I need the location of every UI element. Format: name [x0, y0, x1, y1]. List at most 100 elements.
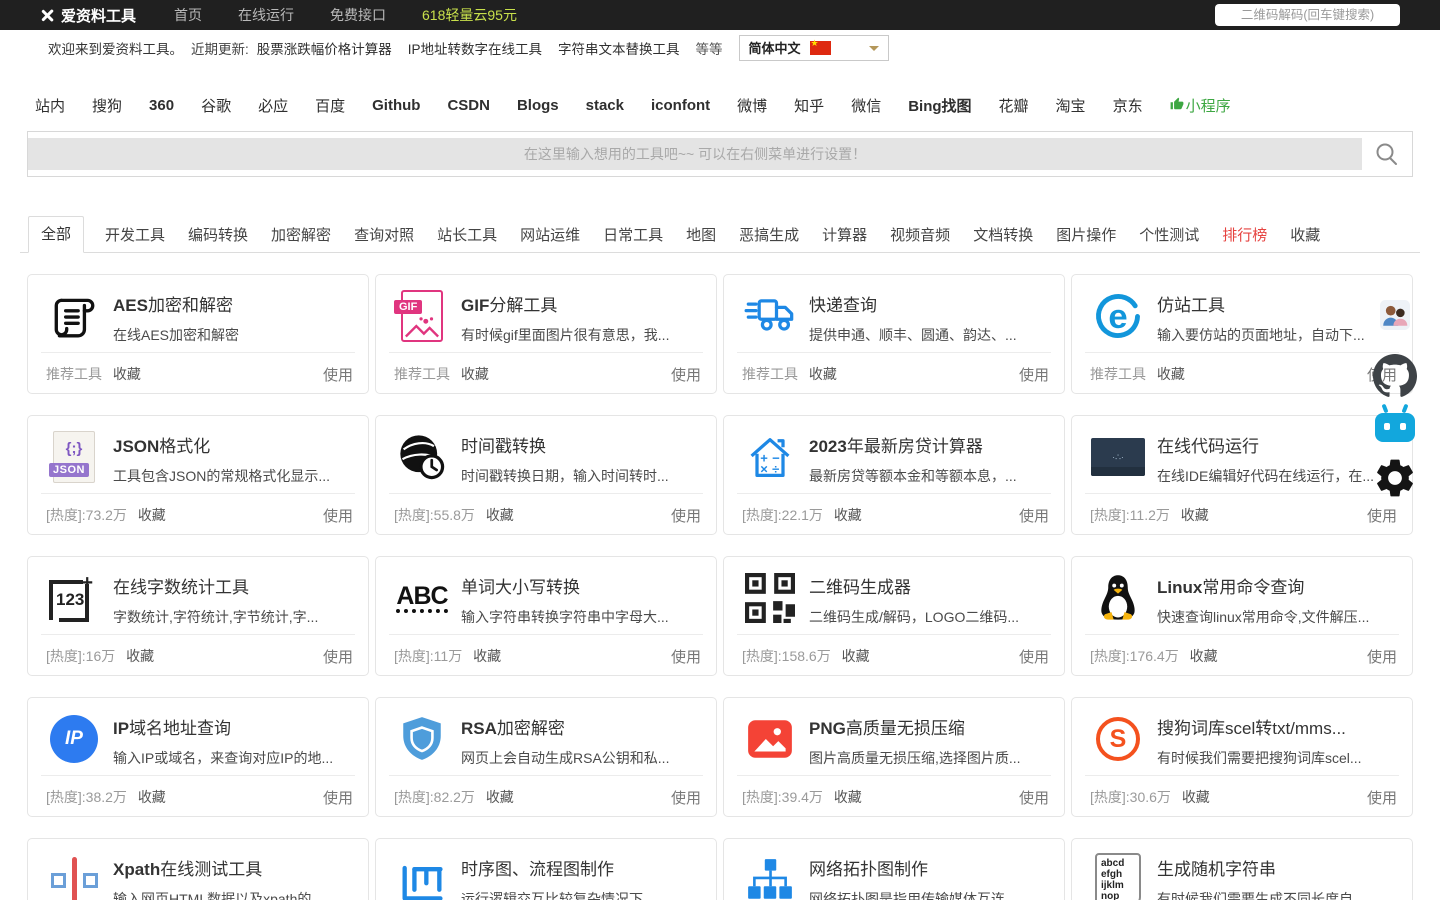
top-nav-link[interactable]: 在线运行 [238, 5, 294, 25]
bilibili-icon[interactable] [1375, 413, 1415, 442]
favorite-button[interactable]: 收藏 [809, 366, 837, 382]
tab-图片操作[interactable]: 图片操作 [1054, 218, 1118, 253]
favorite-button[interactable]: 收藏 [486, 507, 514, 523]
favorite-button[interactable]: 收藏 [1157, 366, 1185, 382]
favorite-button[interactable]: 收藏 [1181, 507, 1209, 523]
use-button[interactable]: 使用 [671, 505, 701, 526]
tool-card[interactable]: abcdefghijklmnop 生成随机字符串 有时候我们需要生成不同长度自.… [1071, 838, 1413, 900]
tool-card[interactable]: 时序图、流程图制作 运行逻辑交互比较复杂情况下，... [375, 838, 717, 900]
engine-link[interactable]: 站内 [35, 95, 65, 116]
tool-card[interactable]: {;}JSON JSON格式化 工具包含JSON的常规格式化显示... [热度]… [27, 415, 369, 535]
site-logo[interactable]: 爱资料工具 [40, 5, 136, 26]
tab-恶搞生成[interactable]: 恶搞生成 [737, 218, 801, 253]
recent-update-link[interactable]: 股票涨跌幅价格计算器 [257, 42, 392, 57]
favorite-button[interactable]: 收藏 [1182, 789, 1210, 805]
use-button[interactable]: 使用 [1019, 787, 1049, 808]
use-button[interactable]: 使用 [323, 787, 353, 808]
tab-计算器[interactable]: 计算器 [820, 218, 869, 253]
use-button[interactable]: 使用 [1019, 364, 1049, 385]
favorite-button[interactable]: 收藏 [834, 789, 862, 805]
favorite-button[interactable]: 收藏 [834, 507, 862, 523]
engine-link[interactable]: Github [372, 97, 420, 114]
tool-card[interactable]: +−×÷ 2023年最新房贷计算器 最新房贷等额本金和等额本息，... [热度]… [723, 415, 1065, 535]
tool-card[interactable]: AES加密和解密 在线AES加密和解密 推荐工具 收藏 使用 [27, 274, 369, 394]
tool-card[interactable]: RSA加密解密 网页上会自动生成RSA公钥和私... [热度]:82.2万 收藏… [375, 697, 717, 817]
engine-link[interactable]: 微信 [851, 95, 881, 116]
use-button[interactable]: 使用 [1367, 646, 1397, 667]
favorite-button[interactable]: 收藏 [1190, 648, 1218, 664]
engine-link[interactable]: iconfont [651, 97, 710, 114]
engine-link[interactable]: Blogs [517, 97, 559, 114]
tool-card[interactable]: 二维码生成器 二维码生成/解码，LOGO二维码... [热度]:158.6万 收… [723, 556, 1065, 676]
use-button[interactable]: 使用 [671, 646, 701, 667]
tool-card[interactable]: 网络拓扑图制作 网络拓扑图是指用传输媒体互连... [723, 838, 1065, 900]
favorite-button[interactable]: 收藏 [486, 789, 514, 805]
tab-编码转换[interactable]: 编码转换 [186, 218, 250, 253]
engine-link[interactable]: 京东 [1113, 95, 1143, 116]
tab-加密解密[interactable]: 加密解密 [269, 218, 333, 253]
tab-收藏[interactable]: 收藏 [1288, 218, 1322, 253]
language-select[interactable]: 简体中文 ★ [739, 35, 889, 61]
github-icon[interactable] [1373, 354, 1417, 403]
use-button[interactable]: 使用 [323, 364, 353, 385]
favorite-button[interactable]: 收藏 [138, 789, 166, 805]
topbar-search-input[interactable] [1215, 4, 1400, 26]
tool-card[interactable]: S 搜狗词库scel转txt/mms... 有时候我们需要把搜狗词库scel..… [1071, 697, 1413, 817]
favorite-button[interactable]: 收藏 [138, 507, 166, 523]
tab-站长工具[interactable]: 站长工具 [435, 218, 499, 253]
tool-card[interactable]: 快递查询 提供申通、顺丰、圆通、韵达、... 推荐工具 收藏 使用 [723, 274, 1065, 394]
tool-card[interactable]: 时间戳转换 时间戳转换日期，输入时间转时... [热度]:55.8万 收藏 使用 [375, 415, 717, 535]
service-avatar-icon[interactable] [1380, 300, 1410, 335]
use-button[interactable]: 使用 [671, 364, 701, 385]
favorite-button[interactable]: 收藏 [113, 366, 141, 382]
engine-link[interactable]: 搜狗 [92, 95, 122, 116]
settings-gear-icon[interactable] [1372, 455, 1418, 506]
tool-card[interactable]: Xpath在线测试工具 输入网页HTML数据以及xpath的... [27, 838, 369, 900]
engine-link[interactable]: 淘宝 [1056, 95, 1086, 116]
use-button[interactable]: 使用 [1367, 787, 1397, 808]
tab-开发工具[interactable]: 开发工具 [103, 218, 167, 253]
tool-card[interactable]: e 仿站工具 输入要仿站的页面地址，自动下... 推荐工具 收藏 使用 [1071, 274, 1413, 394]
recent-update-link[interactable]: 字符串文本替换工具 [558, 42, 680, 57]
engine-link[interactable]: 微博 [737, 95, 767, 116]
engine-link[interactable]: 360 [149, 97, 174, 114]
tool-card[interactable]: ·∴· 在线代码运行 在线IDE编辑好代码在线运行，在... [热度]:11.2… [1071, 415, 1413, 535]
tool-search-input[interactable] [28, 138, 1362, 170]
tool-card[interactable]: IP IP域名地址查询 输入IP或域名，来查询对应IP的地... [热度]:38… [27, 697, 369, 817]
use-button[interactable]: 使用 [1367, 505, 1397, 526]
engine-link[interactable]: stack [586, 97, 624, 114]
engine-link[interactable]: CSDN [447, 97, 490, 114]
engine-link[interactable]: 花瓣 [999, 95, 1029, 116]
engine-link[interactable]: 谷歌 [201, 95, 231, 116]
engine-link[interactable]: 必应 [258, 95, 288, 116]
tool-card[interactable]: PNG高质量无损压缩 图片高质量无损压缩,选择图片质... [热度]:39.4万… [723, 697, 1065, 817]
favorite-button[interactable]: 收藏 [461, 366, 489, 382]
top-nav-link[interactable]: 免费接口 [330, 5, 386, 25]
engine-link[interactable]: 小程序 [1170, 95, 1231, 116]
tab-日常工具[interactable]: 日常工具 [601, 218, 665, 253]
tab-查询对照[interactable]: 查询对照 [352, 218, 416, 253]
favorite-button[interactable]: 收藏 [842, 648, 870, 664]
tab-全部[interactable]: 全部 [28, 216, 84, 253]
tool-card[interactable]: ABC 单词大小写转换 输入字符串转换字符串中字母大... [热度]:11万 收… [375, 556, 717, 676]
promo-link[interactable]: 618轻量云95元 [422, 5, 517, 25]
tab-个性测试[interactable]: 个性测试 [1137, 218, 1201, 253]
favorite-button[interactable]: 收藏 [126, 648, 154, 664]
tab-排行榜[interactable]: 排行榜 [1220, 218, 1269, 253]
use-button[interactable]: 使用 [671, 787, 701, 808]
engine-link[interactable]: 知乎 [794, 95, 824, 116]
use-button[interactable]: 使用 [1019, 505, 1049, 526]
favorite-button[interactable]: 收藏 [473, 648, 501, 664]
tab-视频音频[interactable]: 视频音频 [888, 218, 952, 253]
tool-card[interactable]: 123+ 在线字数统计工具 字数统计,字符统计,字节统计,字... [热度]:1… [27, 556, 369, 676]
engine-link[interactable]: 百度 [315, 95, 345, 116]
tab-网站运维[interactable]: 网站运维 [518, 218, 582, 253]
recent-update-link[interactable]: IP地址转数字在线工具 [408, 42, 542, 57]
tool-card[interactable]: GIF GIF分解工具 有时候gif里面图片很有意思，我... 推荐工具 收藏 … [375, 274, 717, 394]
top-nav-link[interactable]: 首页 [174, 5, 202, 25]
tab-地图[interactable]: 地图 [684, 218, 718, 253]
tab-文档转换[interactable]: 文档转换 [971, 218, 1035, 253]
search-button[interactable] [1362, 138, 1412, 170]
use-button[interactable]: 使用 [1019, 646, 1049, 667]
engine-link[interactable]: Bing找图 [908, 95, 971, 116]
